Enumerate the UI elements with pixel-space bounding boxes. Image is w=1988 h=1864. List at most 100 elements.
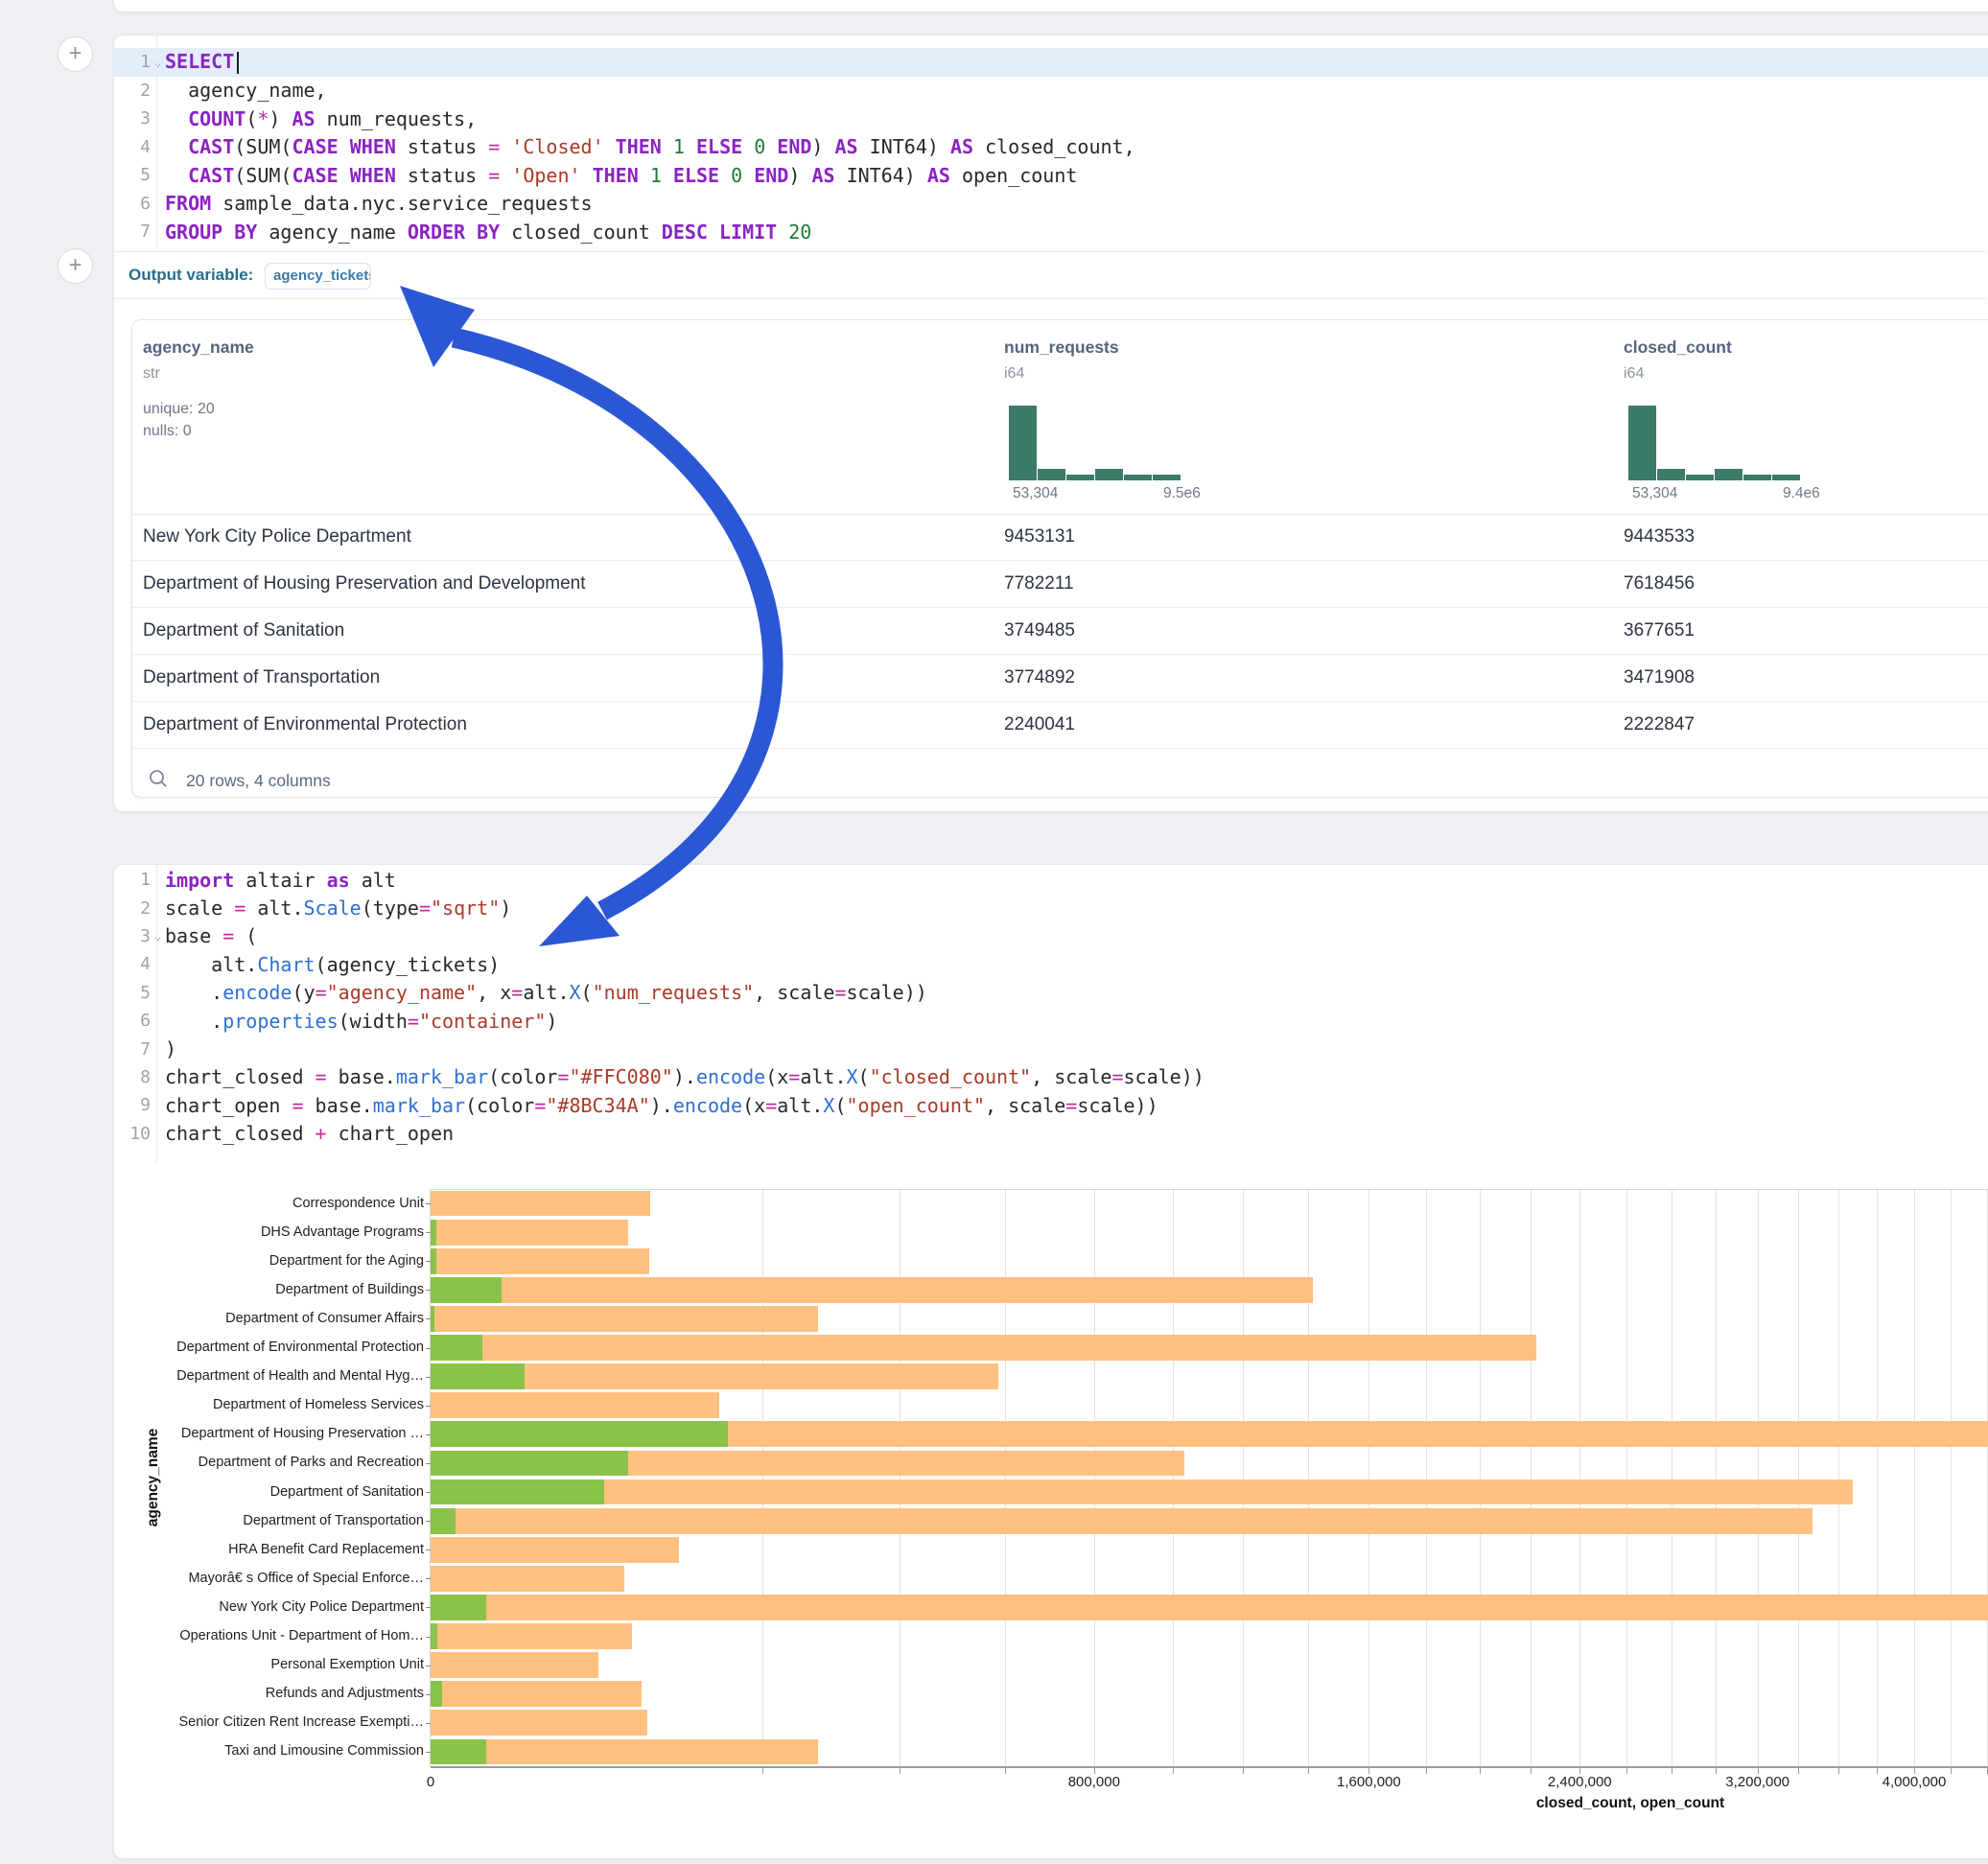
code-token: status bbox=[396, 135, 488, 158]
code-token bbox=[165, 164, 188, 187]
histogram-min-label: 53,304 bbox=[1013, 485, 1058, 502]
code-token: , scale bbox=[1031, 1065, 1111, 1088]
code-token: (SUM( bbox=[234, 135, 292, 158]
cell-agency-name: Department of Environmental Protection bbox=[143, 714, 467, 735]
code-line[interactable]: 1⌄SELECT bbox=[113, 48, 1988, 77]
add-cell-button[interactable]: + bbox=[58, 36, 93, 72]
open-count-bar bbox=[431, 1335, 482, 1361]
open-count-bar bbox=[431, 1739, 486, 1765]
code-token: 0 bbox=[731, 164, 742, 187]
code-token: WHEN bbox=[350, 164, 396, 187]
x-axis-tick-label: 0 bbox=[354, 1774, 507, 1790]
table-row: Department of Environmental Protection22… bbox=[132, 702, 1988, 749]
code-line[interactable]: 5 .encode(y="agency_name", x=alt.X("num_… bbox=[113, 979, 1988, 1007]
line-number: 5 bbox=[113, 165, 151, 185]
code-token: INT64) bbox=[858, 135, 950, 158]
code-line[interactable]: 1import altair as alt bbox=[113, 866, 1988, 894]
closed-count-bar bbox=[431, 1392, 719, 1418]
code-line[interactable]: 3 COUNT(*) AS num_requests, bbox=[113, 105, 1988, 133]
code-token: ( bbox=[246, 107, 257, 130]
gridline bbox=[1005, 1189, 1006, 1766]
histogram-bar bbox=[1124, 475, 1152, 480]
gridline bbox=[1987, 1189, 1988, 1766]
code-token: LIMIT bbox=[719, 221, 777, 244]
closed-count-bar bbox=[431, 1335, 1536, 1361]
code-token: scale)) bbox=[1077, 1094, 1158, 1117]
open-count-bar bbox=[431, 1220, 436, 1246]
output-variable-label: Output variable: bbox=[129, 266, 253, 285]
closed-count-bar bbox=[431, 1480, 1853, 1505]
x-axis-tick-label: 3,200,000 bbox=[1681, 1774, 1835, 1790]
code-line[interactable]: 7) bbox=[113, 1035, 1988, 1062]
code-token: scale bbox=[165, 897, 234, 920]
code-token bbox=[708, 221, 719, 244]
code-token: , scale bbox=[754, 981, 834, 1004]
code-text: base = ( bbox=[165, 924, 1988, 947]
code-line[interactable]: 10chart_closed + chart_open bbox=[113, 1120, 1988, 1148]
code-token: = bbox=[488, 135, 500, 158]
code-token: ) bbox=[546, 1010, 557, 1033]
code-token: CAST bbox=[188, 135, 234, 158]
code-line[interactable]: 6 .properties(width="container") bbox=[113, 1007, 1988, 1035]
table-row: Department of Sanitation37494853677651 bbox=[132, 608, 1988, 655]
add-cell-button[interactable]: + bbox=[58, 248, 93, 284]
code-line[interactable]: 2 agency_name, bbox=[113, 77, 1988, 105]
code-token: THEN bbox=[593, 164, 639, 187]
cell-agency-name: Department of Transportation bbox=[143, 667, 380, 688]
y-axis-tick bbox=[426, 1607, 431, 1608]
code-line[interactable]: 2scale = alt.Scale(type="sqrt") bbox=[113, 894, 1988, 921]
previous-cell-remnant bbox=[113, 0, 1988, 12]
code-token: CASE bbox=[292, 135, 338, 158]
code-text: FROM sample_data.nyc.service_requests bbox=[165, 192, 1988, 215]
python-code-editor[interactable]: 1import altair as alt2scale = alt.Scale(… bbox=[113, 866, 1988, 1148]
code-line[interactable]: 6FROM sample_data.nyc.service_requests bbox=[113, 190, 1988, 219]
open-count-bar bbox=[431, 1306, 434, 1332]
code-token: THEN bbox=[616, 135, 662, 158]
code-token: = bbox=[534, 1094, 546, 1117]
y-axis-title: agency_name bbox=[145, 1382, 162, 1573]
code-token bbox=[742, 135, 754, 158]
code-line[interactable]: 5 CAST(SUM(CASE WHEN status = 'Open' THE… bbox=[113, 161, 1988, 190]
code-line[interactable]: 4 CAST(SUM(CASE WHEN status = 'Closed' T… bbox=[113, 133, 1988, 162]
code-token bbox=[777, 221, 788, 244]
y-axis-tick bbox=[426, 1232, 431, 1233]
code-token: , x bbox=[477, 981, 511, 1004]
gridline bbox=[1173, 1189, 1174, 1766]
y-axis-tick bbox=[426, 1290, 431, 1291]
code-token: (type bbox=[362, 897, 419, 920]
code-token: (x bbox=[742, 1094, 765, 1117]
y-axis-tick bbox=[426, 1203, 431, 1204]
code-line[interactable]: 8chart_closed = base.mark_bar(color="#FF… bbox=[113, 1063, 1988, 1091]
code-line[interactable]: 3⌄base = ( bbox=[113, 922, 1988, 950]
output-variable-bar: Output variable: agency_tickets bbox=[114, 251, 1987, 299]
fold-chevron-icon[interactable]: ⌄ bbox=[151, 931, 165, 941]
code-line[interactable]: 9chart_open = base.mark_bar(color="#8BC3… bbox=[113, 1091, 1988, 1119]
gridline bbox=[1838, 1189, 1839, 1766]
code-token: . bbox=[165, 1010, 222, 1033]
code-line[interactable]: 4 alt.Chart(agency_tickets) bbox=[113, 950, 1988, 978]
line-number: 1 bbox=[113, 870, 151, 890]
code-token: alt. bbox=[246, 897, 303, 920]
code-token bbox=[685, 135, 696, 158]
output-variable-input[interactable]: agency_tickets bbox=[265, 263, 371, 290]
sql-code-editor[interactable]: 1⌄SELECT2 agency_name,3 COUNT(*) AS num_… bbox=[113, 48, 1988, 246]
line-number: 9 bbox=[113, 1095, 151, 1115]
line-number: 2 bbox=[113, 81, 151, 101]
closed-count-bar bbox=[431, 1595, 1988, 1620]
search-icon[interactable] bbox=[148, 768, 169, 789]
y-axis-label: Department for the Aging bbox=[115, 1253, 424, 1269]
code-token: + bbox=[316, 1122, 327, 1145]
code-line[interactable]: 7GROUP BY agency_name ORDER BY closed_co… bbox=[113, 218, 1988, 246]
code-token bbox=[339, 135, 350, 158]
header-divider bbox=[132, 514, 1988, 515]
code-token: = bbox=[316, 981, 327, 1004]
cell-closed-count: 3677651 bbox=[1624, 620, 1695, 641]
code-token: import bbox=[165, 869, 234, 892]
code-token: CASE bbox=[292, 164, 338, 187]
fold-chevron-icon[interactable]: ⌄ bbox=[151, 58, 165, 67]
column-type: i64 bbox=[1624, 365, 1644, 383]
code-token: base. bbox=[327, 1065, 396, 1088]
y-axis-tick bbox=[426, 1578, 431, 1579]
y-axis-label: Senior Citizen Rent Increase Exempti… bbox=[115, 1714, 424, 1730]
gridline bbox=[1877, 1189, 1878, 1766]
